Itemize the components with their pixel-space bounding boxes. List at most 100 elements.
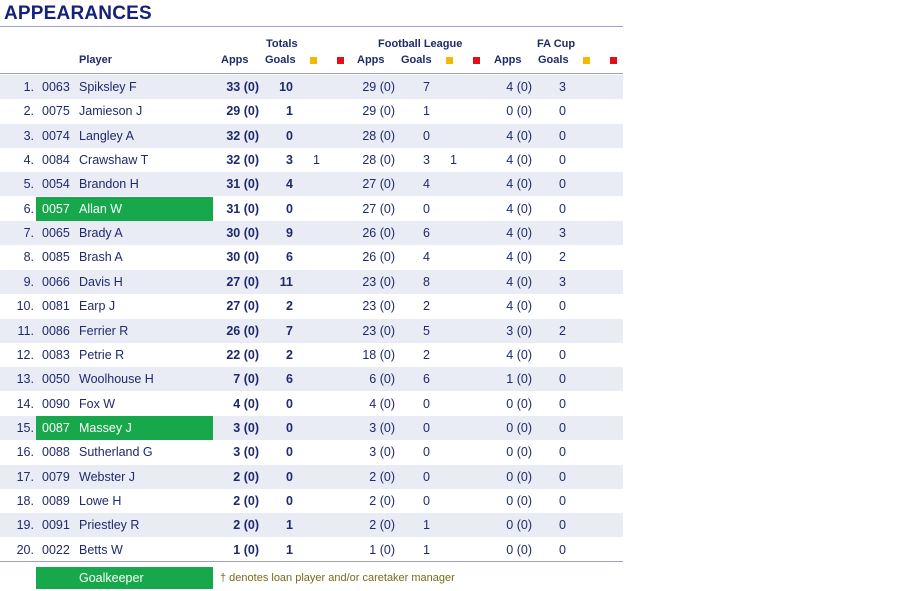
rank-cell: 11. (17, 323, 34, 338)
totals-apps: 4 (0) (233, 396, 259, 411)
rank-cell: 5. (23, 177, 34, 192)
player-name: Lowe H (79, 493, 122, 508)
fl-apps: 2 (0) (369, 493, 395, 508)
player-name: Jamieson J (79, 104, 143, 119)
player-code: 0091 (42, 518, 70, 533)
yellow-card-icon (583, 57, 590, 64)
totals-goals: 7 (286, 323, 293, 338)
table-row: 7. 0065 Brady A 30 (0) 9 26 (0) 6 4 (0) 3 (0, 221, 623, 246)
fa-apps: 4 (0) (506, 153, 532, 168)
table-row: 10. 0081 Earp J 27 (0) 2 23 (0) 2 4 (0) 0 (0, 294, 623, 318)
totals-goals: 0 (286, 445, 293, 460)
yellow-card-icon (446, 57, 453, 64)
player-name: Betts W (79, 542, 123, 557)
fl-apps: 1 (0) (369, 542, 395, 557)
player-name: Webster J (79, 469, 136, 484)
player-code: 0084 (42, 153, 70, 168)
header-totals-apps: Apps (221, 54, 249, 66)
totals-goals: 1 (286, 518, 293, 533)
player-code: 0079 (42, 469, 70, 484)
player-code: 0074 (42, 128, 70, 143)
fl-goals: 3 (423, 153, 430, 168)
fl-goals: 5 (423, 323, 430, 338)
player-name: Spiksley F (79, 80, 137, 94)
player-name: Ferrier R (79, 323, 129, 338)
page-title: APPEARANCES (4, 3, 152, 24)
header-totals: Totals (266, 38, 298, 50)
title-divider (0, 26, 623, 27)
fl-apps: 26 (0) (362, 226, 395, 241)
player-name: Brash A (79, 250, 123, 265)
fl-goals: 6 (423, 226, 430, 241)
totals-apps: 2 (0) (233, 518, 259, 533)
player-name: Woolhouse H (79, 372, 154, 387)
fl-goals: 0 (423, 469, 430, 484)
totals-goals: 0 (286, 201, 293, 216)
totals-apps: 30 (0) (226, 250, 259, 265)
player-code: 0057 (42, 201, 70, 216)
fa-goals: 0 (559, 420, 566, 435)
fa-goals: 0 (559, 128, 566, 143)
table-row: 3. 0074 Langley A 32 (0) 0 28 (0) 0 4 (0) 0 (0, 123, 623, 148)
table-row: 17. 0079 Webster J 2 (0) 0 2 (0) 0 0 (0) 0 (0, 464, 623, 489)
player-code: 0085 (42, 250, 70, 265)
player-name: Crawshaw T (79, 153, 149, 168)
loan-note: † denotes loan player and/or caretaker m… (220, 572, 455, 584)
fa-goals: 0 (559, 445, 566, 460)
fa-apps: 4 (0) (506, 201, 532, 216)
player-name: Petrie R (79, 347, 125, 362)
fl-apps: 4 (0) (369, 396, 395, 411)
fl-apps: 23 (0) (362, 274, 395, 289)
totals-goals: 6 (286, 372, 293, 387)
table-row: 4. 0084 Crawshaw T 32 (0) 3 1 28 (0) 3 1 4 (0) 0 (0, 148, 623, 172)
table-row: 6. 0057 Allan W 31 (0) 0 27 (0) 0 4 (0) 0 (0, 196, 623, 221)
totals-goals: 1 (286, 104, 293, 119)
player-name: Brandon H (79, 177, 139, 192)
fa-goals: 0 (559, 542, 566, 557)
fl-goals: 7 (423, 80, 430, 94)
header-fa-goals: Goals (538, 54, 569, 66)
fa-goals: 3 (559, 226, 566, 241)
totals-apps: 3 (0) (233, 445, 259, 460)
fa-goals: 0 (559, 347, 566, 362)
totals-apps: 2 (0) (233, 469, 259, 484)
fa-apps: 4 (0) (506, 347, 532, 362)
fl-apps: 28 (0) (362, 128, 395, 143)
fl-goals: 1 (423, 104, 430, 119)
table-row: 19. 0091 Priestley R 2 (0) 1 2 (0) 1 0 (0) 0 (0, 513, 623, 538)
red-card-icon (337, 57, 344, 64)
fl-apps: 26 (0) (362, 250, 395, 265)
totals-apps: 2 (0) (233, 493, 259, 508)
fa-goals: 0 (559, 396, 566, 411)
player-code: 0081 (42, 299, 70, 314)
player-name: Massey J (79, 420, 132, 435)
header-fa-apps: Apps (494, 54, 522, 66)
fa-goals: 2 (559, 250, 566, 265)
fa-apps: 0 (0) (506, 469, 532, 484)
fa-apps: 4 (0) (506, 274, 532, 289)
fl-apps: 6 (0) (369, 372, 395, 387)
header-football-league: Football League (378, 38, 463, 50)
fa-apps: 3 (0) (506, 323, 532, 338)
totals-apps: 27 (0) (226, 274, 259, 289)
totals-apps: 32 (0) (226, 128, 259, 143)
rank-cell: 16. (16, 445, 34, 460)
player-name: Davis H (79, 274, 123, 289)
fl-apps: 27 (0) (362, 177, 395, 192)
totals-apps: 31 (0) (226, 201, 259, 216)
totals-goals: 0 (286, 493, 293, 508)
totals-goals: 0 (286, 396, 293, 411)
fa-apps: 4 (0) (506, 80, 532, 94)
fa-goals: 3 (559, 274, 566, 289)
totals-goals: 0 (286, 420, 293, 435)
player-code: 0050 (42, 372, 70, 387)
player-code: 0075 (42, 104, 70, 119)
fa-goals: 3 (559, 80, 566, 94)
player-name: Langley A (79, 128, 134, 143)
red-card-icon (473, 57, 480, 64)
totals-goals: 11 (279, 274, 293, 289)
fl-apps: 23 (0) (362, 299, 395, 314)
totals-goals: 10 (279, 80, 293, 94)
player-code: 0054 (42, 177, 70, 192)
fl-apps: 28 (0) (362, 153, 395, 168)
